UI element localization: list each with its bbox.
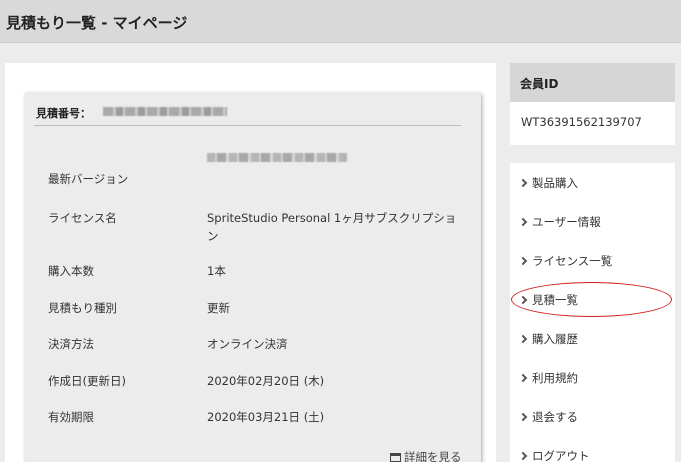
chevron-right-icon	[518, 334, 528, 344]
menu-item-label: 製品購入	[532, 176, 578, 190]
view-details-link[interactable]: 詳細を見る	[390, 449, 462, 462]
menu-item-label: 購入履歴	[532, 332, 578, 346]
menu-item-license-list[interactable]: ライセンス一覧	[518, 253, 613, 269]
license-name-value: SpriteStudio Personal 1ヶ月サブスクリプション	[207, 211, 457, 243]
page-title: 見積もり一覧 - マイページ	[6, 14, 188, 32]
chevron-right-icon	[518, 178, 528, 188]
member-id-value: WT36391562139707	[521, 115, 642, 129]
member-id-panel: 会員ID WT36391562139707	[510, 63, 675, 145]
created-date-label: 作成日(更新日)	[48, 374, 126, 388]
quantity-value: 1本	[207, 264, 226, 278]
chevron-right-icon	[518, 295, 528, 305]
menu-item-product-purchase[interactable]: 製品購入	[518, 175, 578, 191]
chevron-right-icon	[518, 412, 528, 422]
menu-item-withdraw[interactable]: 退会する	[518, 409, 578, 425]
menu-item-logout[interactable]: ログアウト	[518, 448, 590, 462]
menu-item-label: ライセンス一覧	[532, 254, 613, 268]
license-name-label: ライセンス名	[48, 211, 117, 225]
chevron-right-icon	[518, 217, 528, 227]
expiry-date-value: 2020年03月21日 (土)	[207, 410, 325, 424]
menu-item-user-info[interactable]: ユーザー情報	[518, 214, 601, 230]
menu-item-label: 退会する	[532, 410, 578, 424]
menu-item-quote-list[interactable]: 見積一覧	[518, 292, 578, 308]
quote-number-redacted	[103, 107, 227, 116]
menu-item-label: ログアウト	[532, 449, 590, 462]
expiry-date-label: 有効期限	[48, 410, 94, 424]
quote-type-label: 見積もり種別	[48, 301, 117, 315]
sidebar-menu: 製品購入 ユーザー情報 ライセンス一覧 見積一覧 購入履歴 利用規約 退会する …	[510, 163, 675, 462]
main-panel: 見積番号： 最新バージョン ライセンス名 SpriteStudio Person…	[5, 63, 496, 462]
card-divider	[34, 125, 461, 126]
chevron-right-icon	[518, 256, 528, 266]
quantity-label: 購入本数	[48, 264, 94, 278]
quote-card: 見積番号： 最新バージョン ライセンス名 SpriteStudio Person…	[25, 92, 481, 462]
menu-item-label: 見積一覧	[532, 293, 578, 307]
menu-item-terms[interactable]: 利用規約	[518, 370, 578, 386]
chevron-right-icon	[518, 373, 528, 383]
created-date-value: 2020年02月20日 (木)	[207, 374, 325, 388]
quote-type-value: 更新	[207, 301, 230, 315]
latest-version-label: 最新バージョン	[48, 172, 129, 186]
payment-method-label: 決済方法	[48, 337, 94, 351]
window-icon	[390, 452, 401, 462]
chevron-right-icon	[518, 451, 528, 461]
latest-version-value-redacted	[207, 153, 347, 162]
page-header: 見積もり一覧 - マイページ	[0, 0, 681, 43]
menu-item-label: ユーザー情報	[532, 215, 601, 229]
payment-method-value: オンライン決済	[207, 337, 288, 351]
view-details-label: 詳細を見る	[404, 450, 462, 462]
member-id-heading: 会員ID	[510, 63, 675, 102]
menu-item-label: 利用規約	[532, 371, 578, 385]
menu-item-purchase-history[interactable]: 購入履歴	[518, 331, 578, 347]
quote-number-label: 見積番号：	[36, 107, 91, 120]
